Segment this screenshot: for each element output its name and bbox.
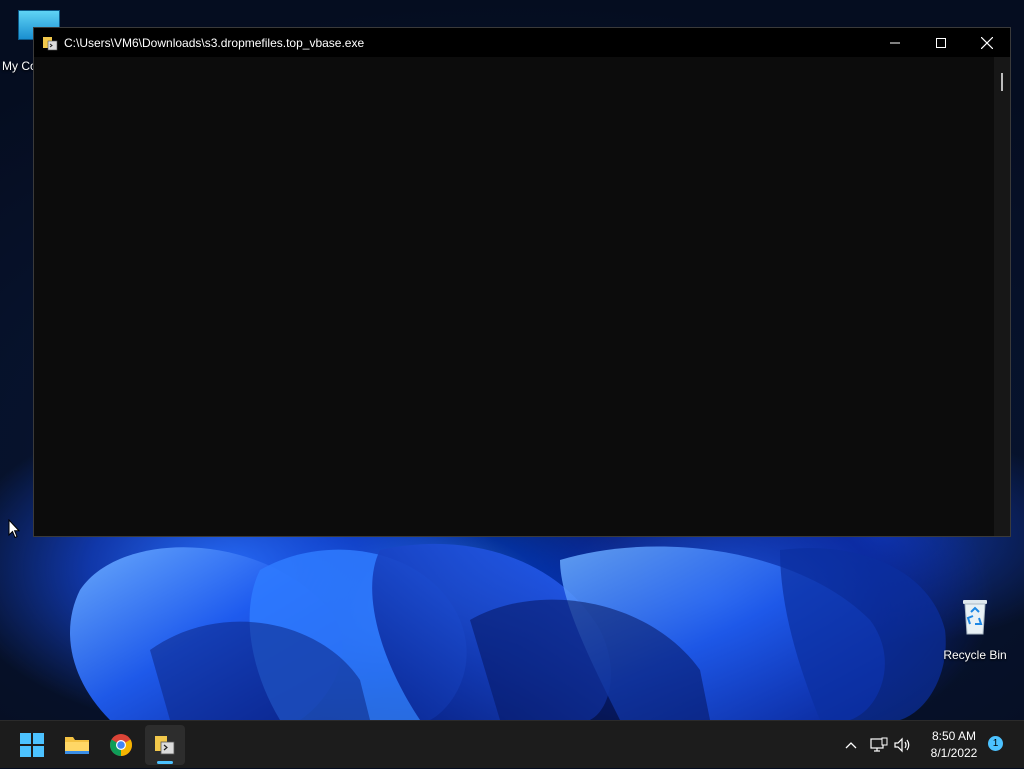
- taskbar: 8:50 AM 8/1/2022: [0, 720, 1024, 768]
- close-icon: [981, 36, 993, 49]
- network-icon: [870, 737, 888, 752]
- volume-icon: [894, 737, 910, 753]
- file-explorer-icon: [65, 737, 89, 754]
- close-button[interactable]: [964, 28, 1010, 57]
- show-hidden-icons-button[interactable]: [840, 721, 862, 769]
- recycle-bin-label: Recycle Bin: [943, 648, 1007, 662]
- recycle-bin-desktop-icon[interactable]: Recycle Bin: [940, 596, 1010, 662]
- window-titlebar[interactable]: C:\Users\VM6\Downloads\s3.dropmefiles.to…: [34, 28, 1010, 57]
- chrome-icon: [110, 734, 132, 756]
- clock-time: 8:50 AM: [931, 729, 977, 743]
- maximize-button[interactable]: [918, 28, 964, 57]
- start-icon: [20, 733, 44, 757]
- my-computer-label: My Co: [2, 59, 37, 73]
- network-button[interactable]: [868, 721, 890, 769]
- start-button[interactable]: [12, 725, 52, 765]
- volume-button[interactable]: [892, 721, 914, 769]
- maximize-icon: [936, 37, 946, 48]
- console-window[interactable]: C:\Users\VM6\Downloads\s3.dropmefiles.to…: [33, 27, 1011, 537]
- minimize-button[interactable]: [872, 28, 918, 57]
- active-app-indicator: [157, 761, 173, 764]
- console-app-icon: [155, 736, 175, 755]
- notification-badge[interactable]: 1: [988, 736, 1003, 751]
- vertical-scrollbar[interactable]: [994, 57, 1010, 536]
- console-taskbar-button[interactable]: [145, 725, 185, 765]
- chevron-up-icon: [845, 742, 857, 749]
- recycle-bin-icon: [960, 596, 990, 635]
- file-explorer-button[interactable]: [57, 725, 97, 765]
- console-output[interactable]: [34, 57, 994, 536]
- scrollbar-thumb[interactable]: [1001, 73, 1003, 91]
- window-title: C:\Users\VM6\Downloads\s3.dropmefiles.to…: [64, 35, 365, 50]
- chrome-button[interactable]: [101, 725, 141, 765]
- wallpaper-bloom: [70, 543, 946, 720]
- minimize-icon: [890, 42, 900, 43]
- clock-date: 8/1/2022: [930, 746, 978, 760]
- system-clock[interactable]: 8:50 AM 8/1/2022: [918, 728, 990, 762]
- mouse-pointer-icon: [8, 519, 20, 539]
- console-app-icon: [42, 35, 58, 51]
